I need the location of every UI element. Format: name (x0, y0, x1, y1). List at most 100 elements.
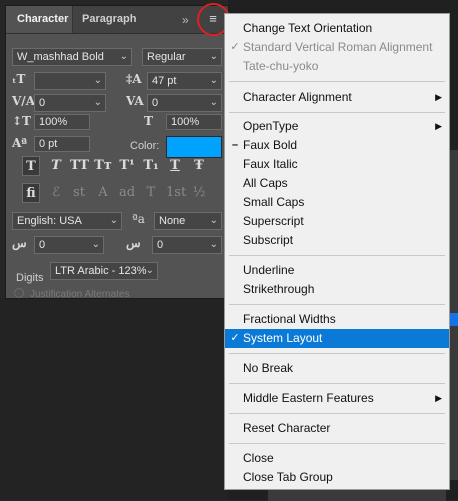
menu-item-close-tab-group[interactable]: Close Tab Group (225, 468, 449, 487)
menu-item-middle-eastern-features[interactable]: Middle Eastern Features ▶ (225, 389, 449, 408)
font-family-select[interactable]: W_mashhad Bold ⌄ (12, 48, 132, 66)
diacritic-vertical-icon: ﺱ (126, 236, 141, 250)
menu-item-faux-italic[interactable]: Faux Italic (225, 155, 449, 174)
menu-item-fractional-widths[interactable]: Fractional Widths (225, 310, 449, 329)
menu-item-subscript[interactable]: Subscript (225, 231, 449, 250)
justification-alternates-option[interactable]: Justification Alternates (14, 288, 130, 300)
menu-item-label: Character Alignment (243, 90, 352, 104)
submenu-arrow-icon: ▶ (435, 121, 442, 131)
font-family-value: W_mashhad Bold (17, 51, 104, 63)
tab-character[interactable]: Character (6, 6, 72, 33)
kerning-select[interactable]: 0 ⌄ (34, 94, 106, 112)
menu-item-small-caps[interactable]: Small Caps (225, 193, 449, 212)
kerning-icon: V/A (12, 94, 36, 108)
font-style-value: Regular (147, 51, 186, 63)
menu-divider (229, 304, 445, 305)
small-caps-button[interactable]: Tт (94, 156, 112, 176)
diacritic-horizontal-select[interactable]: 0 ⌄ (34, 236, 104, 254)
menu-divider (229, 413, 445, 414)
tracking-icon: VA (126, 94, 144, 108)
menu-item-tate-chu-yoko[interactable]: Tate-chu-yoko (225, 57, 449, 76)
menu-item-label: Change Text Orientation (243, 21, 373, 35)
subscript-button[interactable]: T₁ (142, 156, 160, 176)
baseline-shift-field[interactable]: 0 pt (34, 136, 90, 152)
font-size-select[interactable]: ⌄ (34, 72, 106, 90)
chevron-down-icon: ⌄ (145, 265, 154, 276)
menu-item-opentype[interactable]: OpenType ▶ (225, 117, 449, 136)
menu-item-system-layout[interactable]: ✓ System Layout (225, 329, 449, 348)
kerning-value: 0 (39, 97, 46, 109)
menu-item-label: No Break (243, 361, 294, 375)
tab-paragraph[interactable]: Paragraph (72, 6, 144, 33)
character-panel: Character Paragraph » ≡ W_mashhad Bold ⌄ … (6, 3, 230, 300)
menu-item-label: Middle Eastern Features (243, 391, 374, 405)
menu-divider (229, 443, 445, 444)
digits-select[interactable]: LTR Arabic - 123% ⌄ (50, 262, 158, 280)
chevron-down-icon: ⌄ (93, 75, 102, 86)
chevron-down-icon: ⌄ (93, 97, 102, 108)
leading-value: 47 pt (152, 75, 177, 87)
language-value: English: USA (17, 215, 82, 227)
leading-select[interactable]: 47 pt ⌄ (147, 72, 222, 90)
font-style-select[interactable]: Regular ⌄ (142, 48, 222, 66)
menu-item-no-break[interactable]: No Break (225, 359, 449, 378)
menu-item-close[interactable]: Close (225, 449, 449, 468)
menu-item-label: Subscript (243, 233, 294, 247)
menu-item-label: All Caps (243, 176, 288, 190)
collapse-panel-icon[interactable]: » (182, 13, 189, 27)
fractions-button[interactable]: ½ (190, 183, 208, 203)
digits-value: LTR Arabic - 123% (55, 265, 147, 277)
ordinals-button[interactable]: 1st (166, 183, 186, 203)
ligatures-button[interactable]: fi (22, 183, 40, 203)
diacritic-horizontal-icon: ﺱ (12, 236, 27, 250)
menu-item-strikethrough[interactable]: Strikethrough (225, 280, 449, 299)
superscript-button[interactable]: T¹ (118, 156, 136, 176)
stylistic-alternates-button[interactable]: A (94, 183, 112, 203)
chevron-down-icon: ⌄ (209, 75, 218, 86)
discretionary-ligatures-button[interactable]: ℰ (47, 183, 65, 203)
language-select[interactable]: English: USA ⌄ (12, 212, 122, 230)
diacritic-vertical-select[interactable]: 0 ⌄ (152, 236, 222, 254)
radio-icon (14, 288, 24, 298)
vertical-scale-field[interactable]: 100% (34, 114, 90, 130)
menu-item-label: Superscript (243, 214, 304, 228)
faux-bold-button[interactable]: T (22, 156, 40, 176)
side-panel-selection (450, 313, 458, 326)
menu-item-underline[interactable]: Underline (225, 261, 449, 280)
mixed-state-icon: – (231, 139, 239, 151)
swash-button[interactable]: st (70, 183, 88, 203)
antialias-select[interactable]: None ⌄ (154, 212, 222, 230)
justification-alternates-label: Justification Alternates (30, 289, 130, 300)
vertical-scale-icon: ↕T (12, 114, 31, 128)
all-caps-button[interactable]: TT (70, 156, 89, 176)
checkmark-icon: ✓ (230, 41, 240, 53)
faux-italic-button[interactable]: T (47, 156, 65, 176)
menu-item-standard-vertical-roman-alignment[interactable]: ✓ Standard Vertical Roman Alignment (225, 38, 449, 57)
menu-item-reset-character[interactable]: Reset Character (225, 419, 449, 438)
strikethrough-button[interactable]: Ŧ (190, 156, 208, 176)
menu-item-character-alignment[interactable]: Character Alignment ▶ (225, 88, 449, 107)
diacritic-vertical-value: 0 (157, 239, 164, 251)
color-swatch[interactable] (166, 136, 222, 158)
ornaments-button[interactable]: T (142, 183, 160, 203)
menu-divider (229, 353, 445, 354)
checkmark-icon: ✓ (230, 332, 240, 344)
horizontal-scale-icon: T (144, 114, 153, 128)
menu-item-all-caps[interactable]: All Caps (225, 174, 449, 193)
menu-item-label: Close Tab Group (243, 470, 333, 484)
menu-item-label: Strikethrough (243, 282, 315, 296)
chevron-down-icon: ⌄ (209, 215, 218, 226)
font-size-icon: ₜT (12, 72, 26, 86)
menu-item-label: OpenType (243, 119, 299, 133)
titling-alternates-button[interactable]: ad (118, 183, 136, 203)
menu-item-faux-bold[interactable]: – Faux Bold (225, 136, 449, 155)
tracking-select[interactable]: 0 ⌄ (147, 94, 222, 112)
menu-item-change-text-orientation[interactable]: Change Text Orientation (225, 19, 449, 38)
underline-button[interactable]: T (166, 156, 184, 176)
horizontal-scale-field[interactable]: 100% (166, 114, 222, 130)
menu-item-label: Close (243, 451, 274, 465)
menu-item-label: Small Caps (243, 195, 305, 209)
menu-item-label: Underline (243, 263, 295, 277)
menu-item-superscript[interactable]: Superscript (225, 212, 449, 231)
chevron-down-icon: ⌄ (109, 215, 118, 226)
